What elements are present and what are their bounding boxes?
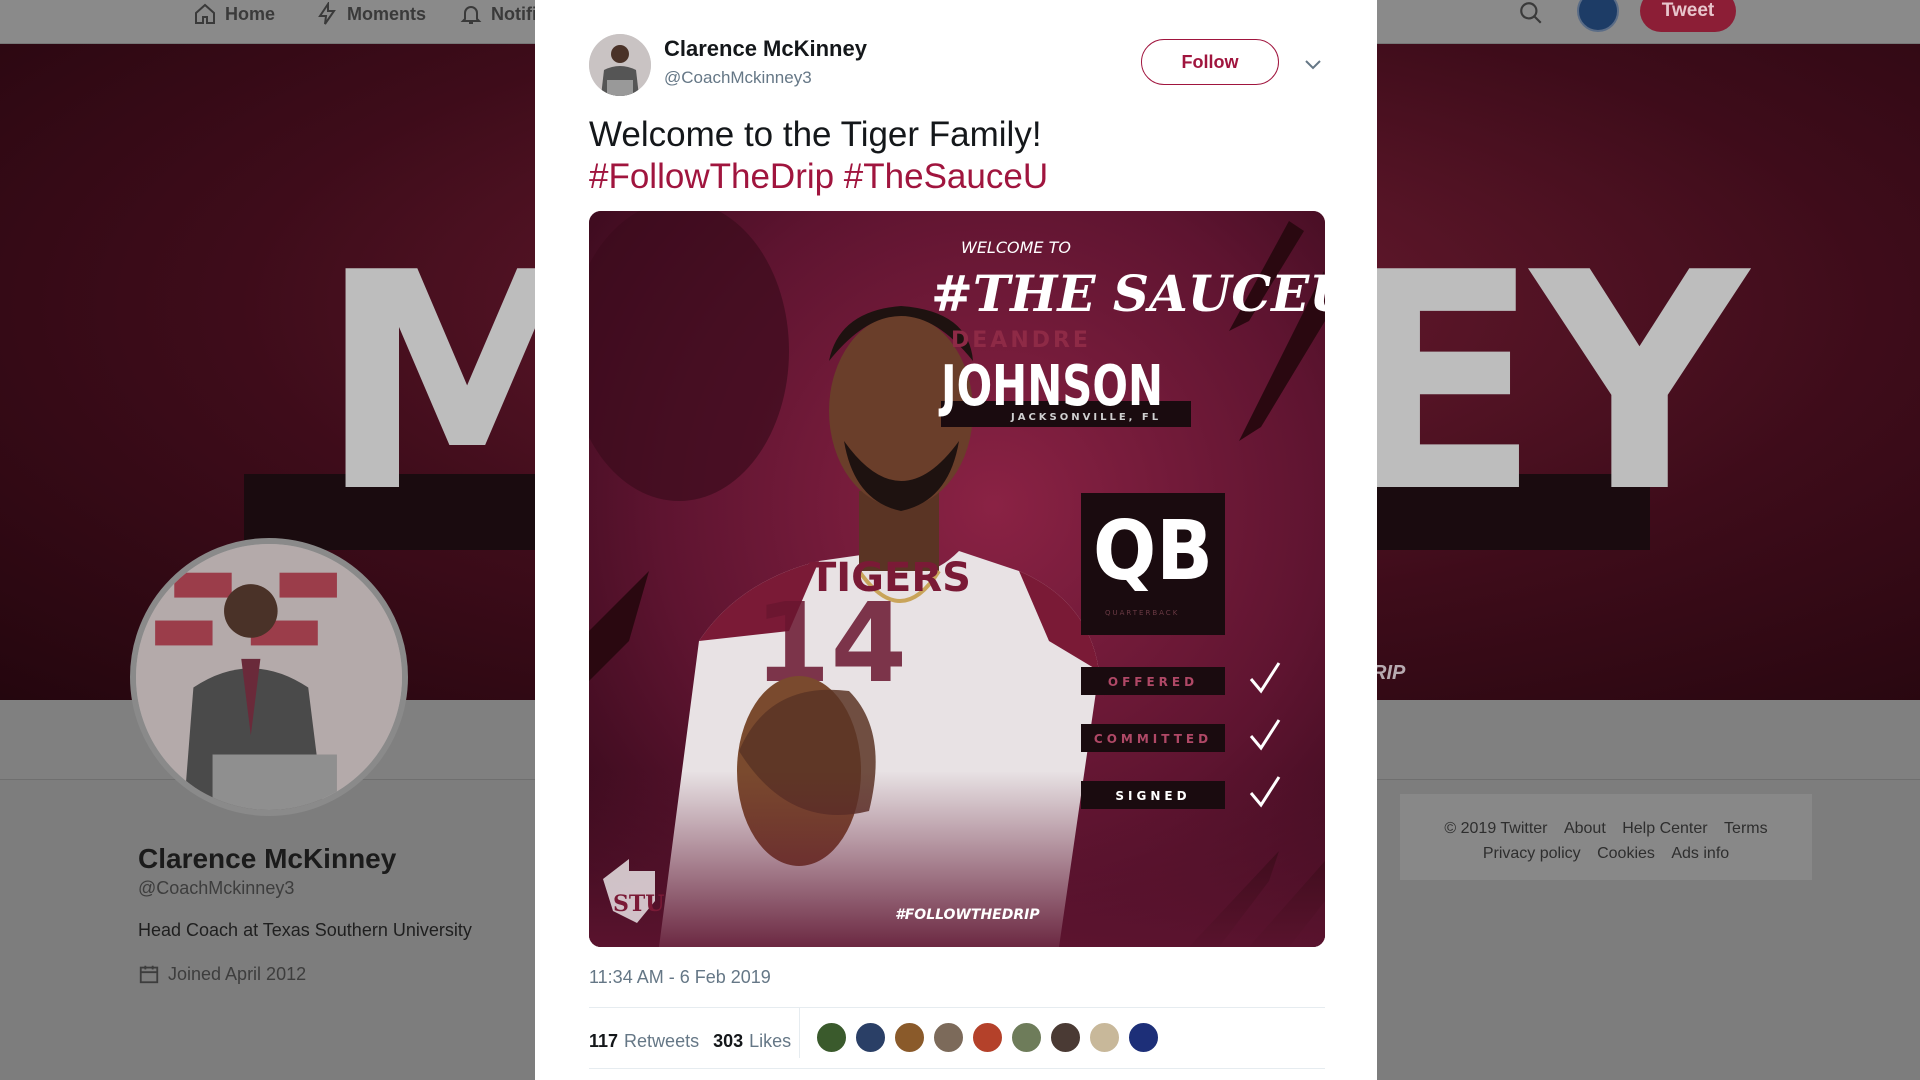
footer-tag: #FOLLOWTHEDRIP bbox=[895, 907, 1040, 923]
search-icon[interactable] bbox=[1518, 0, 1544, 26]
nav-home[interactable]: Home bbox=[193, 2, 275, 26]
nav-notifications[interactable]: Notifi bbox=[459, 2, 537, 26]
author-handle[interactable]: @CoachMckinney3 bbox=[664, 68, 812, 88]
footer-copyright: © 2019 Twitter bbox=[1444, 820, 1548, 837]
author-photo bbox=[589, 34, 651, 96]
profile-joined-label: Joined April 2012 bbox=[168, 963, 307, 984]
welcome-text: WELCOME TO bbox=[961, 238, 1071, 257]
calendar-icon bbox=[139, 965, 159, 984]
profile-bio: Head Coach at Texas Southern University bbox=[138, 920, 472, 940]
footer-row-2: Privacy policy Cookies Ads info bbox=[1400, 841, 1812, 866]
footer-link-cookies[interactable]: Cookies bbox=[1597, 845, 1655, 862]
logo-text: STU bbox=[613, 891, 664, 917]
recruit-graphic: TIGERS 14 WELCOME TO #THE SAUCEU DEANDRE… bbox=[589, 211, 1325, 947]
liker-avatar[interactable] bbox=[1088, 1021, 1121, 1054]
tweet-text: Welcome to the Tiger Family! #FollowTheD… bbox=[589, 114, 1329, 198]
liker-avatar[interactable] bbox=[932, 1021, 965, 1054]
first-name: DEANDRE bbox=[951, 328, 1091, 353]
footer-link-terms[interactable]: Terms bbox=[1724, 820, 1768, 837]
profile-joined: Joined April 2012 bbox=[138, 963, 306, 985]
position-text: QB bbox=[1093, 504, 1213, 599]
chevron-down-icon[interactable] bbox=[1301, 52, 1325, 76]
lightning-icon bbox=[318, 2, 336, 25]
tweet-modal: Clarence McKinney @CoachMckinney3 Follow… bbox=[535, 0, 1377, 1080]
likes-count[interactable]: 303 bbox=[713, 1031, 743, 1052]
nav-moments[interactable]: Moments bbox=[315, 2, 426, 26]
follow-button[interactable]: Follow bbox=[1141, 39, 1279, 85]
tweet-timestamp[interactable]: 11:34 AM - 6 Feb 2019 bbox=[589, 967, 771, 988]
liker-avatar[interactable] bbox=[815, 1021, 848, 1054]
profile-photo bbox=[136, 544, 402, 810]
profile-handle: @CoachMckinney3 bbox=[138, 878, 295, 898]
tweet-button[interactable]: Tweet bbox=[1640, 0, 1736, 32]
footer-link-help[interactable]: Help Center bbox=[1622, 820, 1707, 837]
tweet-stats: 117 Retweets 303 Likes bbox=[589, 1024, 791, 1058]
retweets-label[interactable]: Retweets bbox=[624, 1031, 699, 1052]
footer-row-1: © 2019 Twitter About Help Center Terms bbox=[1400, 816, 1812, 841]
liker-avatar[interactable] bbox=[854, 1021, 887, 1054]
footer-link-ads[interactable]: Ads info bbox=[1671, 845, 1729, 862]
tweet-text-line: Welcome to the Tiger Family! bbox=[589, 115, 1042, 154]
profile-name[interactable]: Clarence McKinney bbox=[138, 843, 396, 875]
tweet-media[interactable]: TIGERS 14 WELCOME TO #THE SAUCEU DEANDRE… bbox=[589, 211, 1325, 947]
brand-text: #THE SAUCEU bbox=[931, 264, 1325, 323]
status-label: OFFERED bbox=[1108, 675, 1198, 689]
footer-links: © 2019 Twitter About Help Center Terms P… bbox=[1400, 794, 1812, 880]
liker-avatar[interactable] bbox=[971, 1021, 1004, 1054]
liker-avatar[interactable] bbox=[1127, 1021, 1160, 1054]
nav-moments-label: Moments bbox=[347, 3, 427, 24]
status-label: COMMITTED bbox=[1094, 732, 1212, 746]
status-label: SIGNED bbox=[1115, 789, 1190, 803]
liker-avatar[interactable] bbox=[893, 1021, 926, 1054]
last-name: JOHNSON bbox=[938, 354, 1163, 419]
likes-label[interactable]: Likes bbox=[749, 1031, 791, 1052]
banner-letters-right: EY bbox=[1336, 209, 1748, 558]
liker-avatar[interactable] bbox=[1049, 1021, 1082, 1054]
retweets-count[interactable]: 117 bbox=[589, 1031, 618, 1052]
tweet-hashtags[interactable]: #FollowTheDrip #TheSauceU bbox=[589, 156, 1329, 198]
profile-avatar[interactable] bbox=[130, 538, 408, 816]
nav-home-label: Home bbox=[225, 3, 276, 24]
footer-link-about[interactable]: About bbox=[1564, 820, 1606, 837]
banner-tag: RIP bbox=[1372, 662, 1406, 684]
author-name[interactable]: Clarence McKinney bbox=[664, 36, 867, 62]
account-avatar[interactable] bbox=[1577, 0, 1619, 32]
footer-link-privacy[interactable]: Privacy policy bbox=[1483, 845, 1581, 862]
divider-bottom bbox=[589, 1068, 1325, 1069]
likers-avatars bbox=[815, 1021, 1160, 1054]
nav-notifications-label: Notifi bbox=[491, 3, 537, 24]
stats-separator bbox=[799, 1008, 800, 1058]
divider-top bbox=[589, 1007, 1325, 1008]
author-avatar[interactable] bbox=[589, 34, 651, 96]
bell-icon bbox=[460, 6, 482, 24]
home-icon bbox=[195, 3, 215, 24]
liker-avatar[interactable] bbox=[1010, 1021, 1043, 1054]
position-full: QUARTERBACK bbox=[1105, 609, 1179, 617]
hometown: JACKSONVILLE, FL bbox=[1010, 412, 1161, 423]
